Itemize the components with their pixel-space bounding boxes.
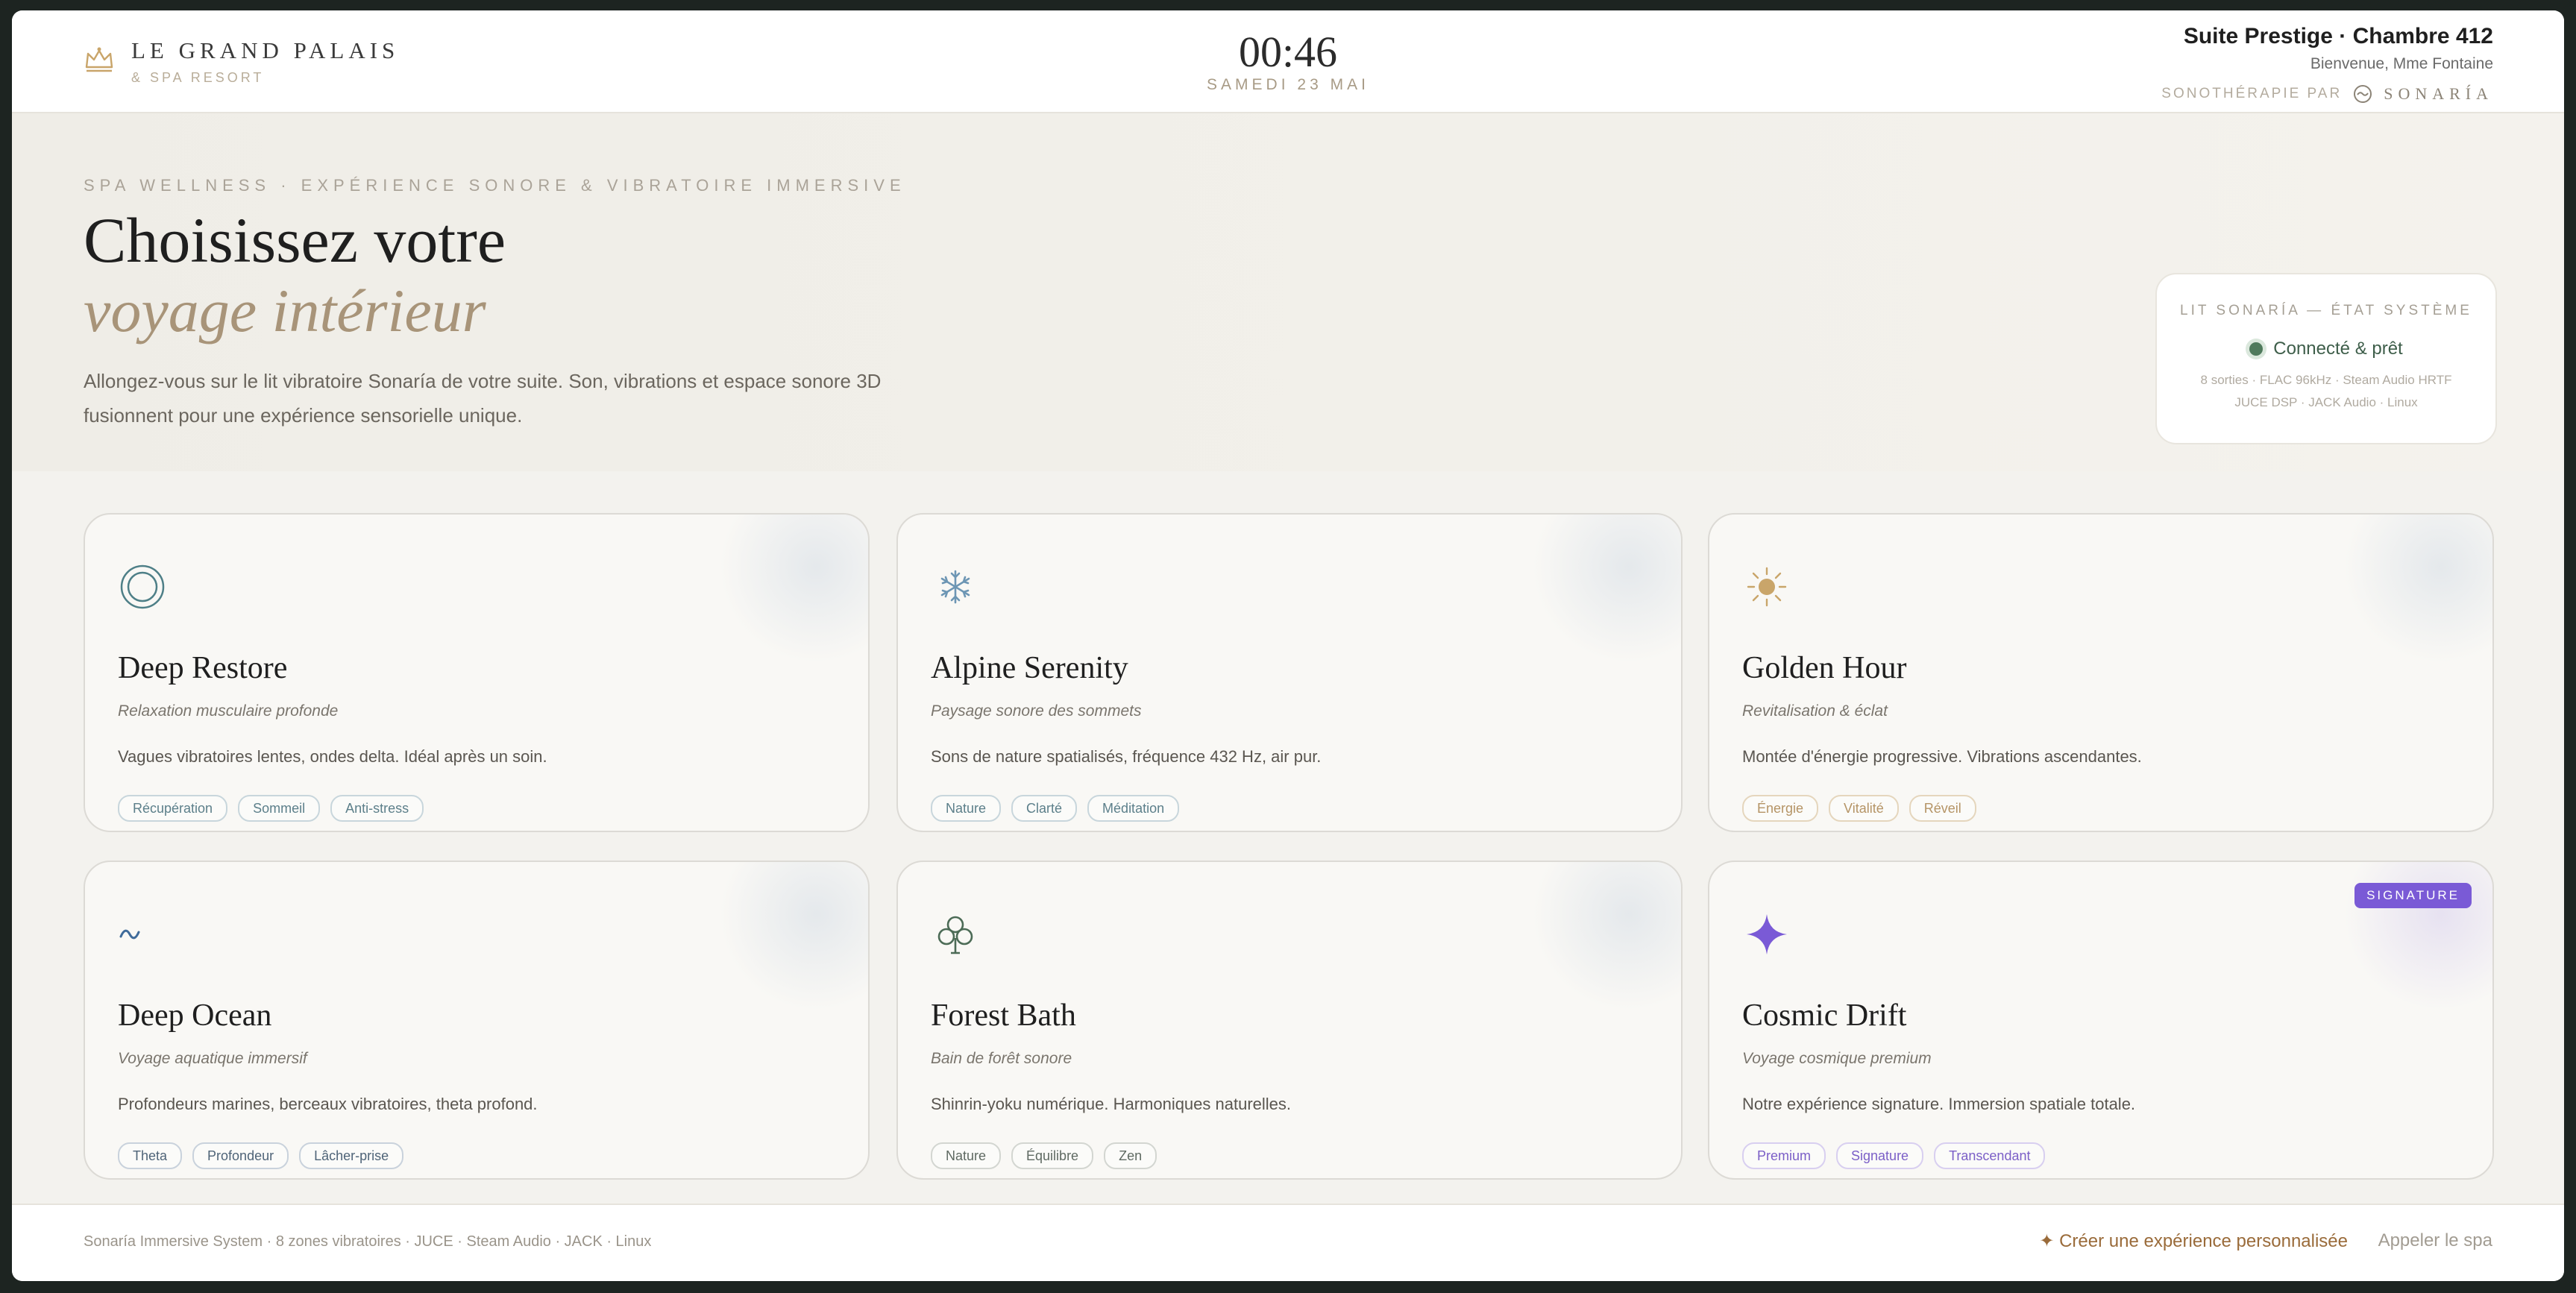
sonaria-logo-icon <box>2354 85 2372 103</box>
tag: Profondeur <box>192 1142 289 1169</box>
card-tags: Nature Équilibre Zen <box>931 1142 1157 1169</box>
card-subtitle: Bain de forêt sonore <box>931 1050 1072 1067</box>
system-status-card: LIT SONARÍA — ÉTAT SYSTÈME Connecté & pr… <box>2155 273 2497 444</box>
card-tags: Nature Clarté Méditation <box>931 795 1180 822</box>
experience-card-golden-hour[interactable]: Golden Hour Revitalisation & éclat Monté… <box>1708 513 2494 832</box>
clock: 00:46 <box>1238 28 1338 76</box>
tag: Anti-stress <box>330 795 424 822</box>
sonotherapy-label: SONOTHÉRAPIE PAR <box>2161 86 2343 101</box>
call-spa-link[interactable]: Appeler le spa <box>2378 1230 2492 1251</box>
tag: Theta <box>118 1142 183 1169</box>
sonaria-brand: SONARÍA <box>2384 84 2493 103</box>
hero-eyebrow: SPA WELLNESS · EXPÉRIENCE SONORE & VIBRA… <box>84 176 906 195</box>
hero-section: SPA WELLNESS · EXPÉRIENCE SONORE & VIBRA… <box>12 113 2564 471</box>
card-tags: Énergie Vitalité Réveil <box>1742 795 1976 822</box>
wave-icon <box>119 929 140 940</box>
snowflake-icon <box>940 570 970 604</box>
suite-title: Suite Prestige · Chambre 412 <box>2183 24 2493 48</box>
tag: Nature <box>931 1142 1002 1169</box>
card-description: Montée d'énergie progressive. Vibrations… <box>1742 747 2142 766</box>
card-tags: Premium Signature Transcendant <box>1742 1142 2046 1169</box>
card-subtitle: Revitalisation & éclat <box>1742 702 1888 720</box>
card-title: Deep Restore <box>118 651 288 685</box>
footer-system-info: Sonaría Immersive System · 8 zones vibra… <box>84 1233 652 1250</box>
experience-card-deep-ocean[interactable]: Deep Ocean Voyage aquatique immersif Pro… <box>84 861 870 1180</box>
tag: Signature <box>1836 1142 1924 1169</box>
card-glow <box>1532 515 1681 664</box>
status-heading: LIT SONARÍA — ÉTAT SYSTÈME <box>2180 303 2472 318</box>
card-subtitle: Voyage aquatique immersif <box>118 1050 307 1067</box>
card-description: Vagues vibratoires lentes, ondes delta. … <box>118 747 547 766</box>
card-glow <box>719 515 868 664</box>
welcome-text: Bienvenue, Mme Fontaine <box>2310 55 2493 72</box>
star-sparkle-icon <box>1747 914 1787 954</box>
footer-bar: Sonaría Immersive System · 8 zones vibra… <box>12 1204 2564 1281</box>
status-meta-1: 8 sorties · FLAC 96kHz · Steam Audio HRT… <box>2200 373 2452 387</box>
card-subtitle: Paysage sonore des sommets <box>931 702 1142 720</box>
tag: Réveil <box>1909 795 1976 822</box>
tag: Récupération <box>118 795 228 822</box>
card-tags: Récupération Sommeil Anti-stress <box>118 795 424 822</box>
app-window: LE GRAND PALAIS & SPA RESORT 00:46 SAMED… <box>12 10 2564 1281</box>
card-description: Shinrin-yoku numérique. Harmoniques natu… <box>931 1095 1292 1113</box>
hero-intro: Allongez-vous sur le lit vibratoire Sona… <box>84 370 882 427</box>
card-title: Deep Ocean <box>118 998 272 1033</box>
card-title: Alpine Serenity <box>931 651 1128 685</box>
sun-icon <box>1747 567 1787 607</box>
card-subtitle: Relaxation musculaire profonde <box>118 702 339 720</box>
tag: Vitalité <box>1829 795 1899 822</box>
tag: Sommeil <box>238 795 321 822</box>
tag: Nature <box>931 795 1002 822</box>
hero-title-line1: Choisissez votre <box>84 204 506 276</box>
card-glow <box>719 862 868 1011</box>
status-meta-2: JUCE DSP · JACK Audio · Linux <box>2234 395 2418 409</box>
tag: Transcendant <box>1934 1142 2046 1169</box>
brand-name: LE GRAND PALAIS <box>131 37 400 63</box>
sonotherapy-credit: SONOTHÉRAPIE PAR SONARÍA <box>2161 84 2493 104</box>
experience-card-alpine-serenity[interactable]: Alpine Serenity Paysage sonore des somme… <box>896 513 1683 832</box>
experience-card-forest-bath[interactable]: Forest Bath Bain de forêt sonore Shinrin… <box>896 861 1683 1180</box>
status-dot-icon <box>2249 342 2264 356</box>
card-description: Notre expérience signature. Immersion sp… <box>1742 1095 2136 1113</box>
concentric-circles-icon <box>120 564 165 609</box>
status-state: Connecté & prêt <box>2273 339 2403 359</box>
experience-card-cosmic-drift[interactable]: SIGNATURE Cosmic Drift Voyage cosmique p… <box>1708 861 2494 1180</box>
card-glow <box>1532 862 1681 1011</box>
brand-subtitle: & SPA RESORT <box>131 70 265 85</box>
tag: Équilibre <box>1011 1142 1094 1169</box>
card-title: Golden Hour <box>1742 651 1907 685</box>
card-description: Sons de nature spatialisés, fréquence 43… <box>931 747 1322 766</box>
card-title: Forest Bath <box>931 998 1076 1033</box>
card-glow <box>2343 515 2492 664</box>
date: SAMEDI 23 MAI <box>1207 76 1369 93</box>
tag: Méditation <box>1087 795 1180 822</box>
tag: Énergie <box>1742 795 1819 822</box>
tag: Premium <box>1742 1142 1826 1169</box>
top-header: LE GRAND PALAIS & SPA RESORT 00:46 SAMED… <box>12 10 2564 113</box>
card-subtitle: Voyage cosmique premium <box>1742 1050 1932 1067</box>
card-tags: Theta Profondeur Lâcher-prise <box>118 1142 404 1169</box>
tag: Zen <box>1104 1142 1157 1169</box>
experience-card-deep-restore[interactable]: Deep Restore Relaxation musculaire profo… <box>84 513 870 832</box>
signature-badge: SIGNATURE <box>2354 883 2472 908</box>
tag: Clarté <box>1011 795 1078 822</box>
card-description: Profondeurs marines, berceaux vibratoire… <box>118 1095 538 1113</box>
crown-icon <box>85 47 113 72</box>
tag: Lâcher-prise <box>299 1142 404 1169</box>
clover-icon <box>937 916 973 954</box>
hero-title-line2: voyage intérieur <box>84 277 486 345</box>
custom-experience-link[interactable]: ✦ Créer une expérience personnalisée <box>2039 1230 2348 1252</box>
card-title: Cosmic Drift <box>1742 998 1907 1033</box>
status-indicator: Connecté & prêt <box>2157 339 2495 359</box>
